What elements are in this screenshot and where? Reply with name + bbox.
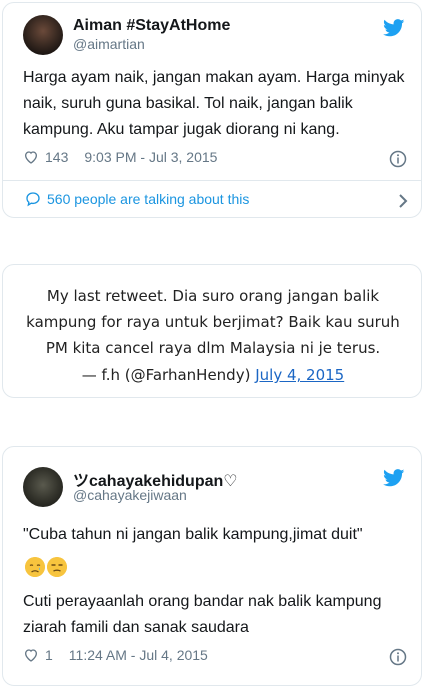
display-name[interactable]: Aiman #StayAtHome (73, 17, 230, 35)
sad-relieved-face-icon (25, 557, 45, 577)
twitter-bird-icon[interactable] (383, 469, 405, 487)
heart-icon[interactable] (23, 647, 39, 663)
tweet-card-cahaya[interactable]: ツcahayakehidupan♡ @cahayakejiwaan "Cuba … (2, 446, 422, 686)
timestamp[interactable]: 11:24 AM - Jul 4, 2015 (69, 647, 208, 663)
tweet-text-continued: Cuti perayaanlah orang bandar nak balik … (23, 593, 382, 636)
tweet-card-aiman[interactable]: Aiman #StayAtHome @aimartian Harga ayam … (2, 2, 422, 218)
tweet-text: "Cuba tahun ni jangan balik kampung,jima… (23, 526, 363, 543)
timestamp[interactable]: 9:03 PM - Jul 3, 2015 (84, 149, 217, 165)
like-count[interactable]: 1 (45, 647, 53, 663)
emoji-row (25, 557, 67, 577)
chevron-right-icon[interactable] (397, 193, 409, 209)
talking-about-link[interactable]: 560 people are talking about this (25, 191, 249, 207)
divider (3, 180, 421, 181)
avatar[interactable] (23, 467, 63, 507)
quote-author: — f.h (@FarhanHendy) (81, 366, 251, 384)
tweet-meta: 1 11:24 AM - Jul 4, 2015 (23, 647, 208, 663)
info-icon[interactable] (389, 648, 407, 666)
speech-bubble-icon (26, 192, 40, 207)
user-handle[interactable]: @aimartian (73, 36, 145, 52)
quote-date-link[interactable]: July 4, 2015 (255, 366, 344, 384)
like-count[interactable]: 143 (45, 149, 68, 165)
unamused-face-icon (47, 557, 67, 577)
twitter-bird-icon[interactable] (383, 19, 405, 37)
blockquote-card: My last retweet. Dia suro orang jangan b… (2, 264, 422, 398)
talking-label[interactable]: 560 people are talking about this (47, 191, 249, 207)
avatar[interactable] (23, 15, 63, 55)
tweet-meta: 143 9:03 PM - Jul 3, 2015 (23, 149, 217, 165)
quote-attribution: — f.h (@FarhanHendy) July 4, 2015 (3, 366, 423, 384)
heart-icon[interactable] (23, 149, 39, 165)
tweet-text: Harga ayam naik, jangan makan ayam. Harg… (23, 69, 405, 138)
user-handle[interactable]: @cahayakejiwaan (73, 487, 187, 503)
quote-text: My last retweet. Dia suro orang jangan b… (26, 287, 400, 357)
info-icon[interactable] (389, 150, 407, 168)
